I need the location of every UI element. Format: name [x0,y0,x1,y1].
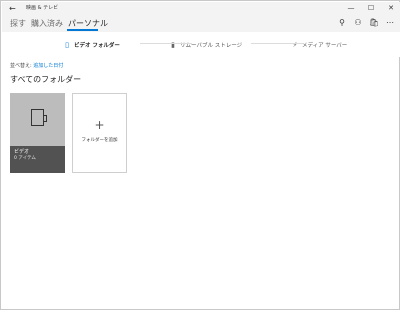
subnav-removable-storage[interactable]: ▮ リムーバブル ストレージ [169,39,242,51]
tab-explore[interactable]: 探す [10,18,26,29]
more-icon[interactable]: ⋯ [383,16,397,30]
folder-caption: ビデオ 0 アイテム [10,146,65,173]
sort-control[interactable]: 並べ替え: 追加した日付 [10,63,63,70]
subnav-divider [140,43,192,44]
section-title: すべてのフォルダー [10,75,82,84]
video-folder-icon [31,109,47,126]
back-arrow-icon[interactable]: ← [9,3,16,14]
location-subnav: ▯ ビデオ フォルダー ▮ リムーバブル ストレージ ⚡ メディア サーバー [2,32,400,57]
subnav-media-server[interactable]: ⚡ メディア サーバー [291,39,348,51]
sort-value[interactable]: 追加した日付 [33,63,63,69]
minimize-icon[interactable]: — [344,2,358,15]
title-bar: ← 映画 & テレビ — ☐ ✕ [2,2,400,15]
subnav-label: メディア サーバー [302,43,348,49]
sort-label: 並べ替え: [10,63,32,69]
active-tab-indicator [67,29,98,31]
media-server-icon: ⚡ [292,41,298,49]
tab-purchased[interactable]: 購入済み [31,18,63,29]
subnav-label: ビデオ フォルダー [74,43,120,49]
subnav-divider [251,43,303,44]
account-icon[interactable]: ⚇ [351,16,365,30]
maximize-icon[interactable]: ☐ [364,2,378,15]
folder-icon: ▯ [65,41,69,49]
subnav-video-folders[interactable]: ▯ ビデオ フォルダー [63,39,120,51]
plus-icon: + [94,118,105,132]
add-folder-button[interactable]: + フォルダーを追加 [72,93,127,173]
app-title: 映画 & テレビ [26,5,59,11]
main-nav: 探す 購入済み パーソナル ⚲ ⚇ 🛍 ⋯ [2,15,400,32]
folder-name: ビデオ [14,149,30,155]
close-icon[interactable]: ✕ [384,2,398,15]
search-icon[interactable]: ⚲ [335,16,349,30]
usb-drive-icon: ▮ [171,41,175,49]
folder-tile[interactable]: ビデオ 0 アイテム [10,93,65,173]
add-folder-label: フォルダーを追加 [81,138,118,143]
tab-personal[interactable]: パーソナル [68,18,108,29]
store-icon[interactable]: 🛍 [367,16,381,30]
app-window: ← 映画 & テレビ — ☐ ✕ 探す 購入済み パーソナル ⚲ ⚇ 🛍 ⋯ ▯… [0,0,400,310]
folder-item-count: 0 アイテム [14,156,36,161]
